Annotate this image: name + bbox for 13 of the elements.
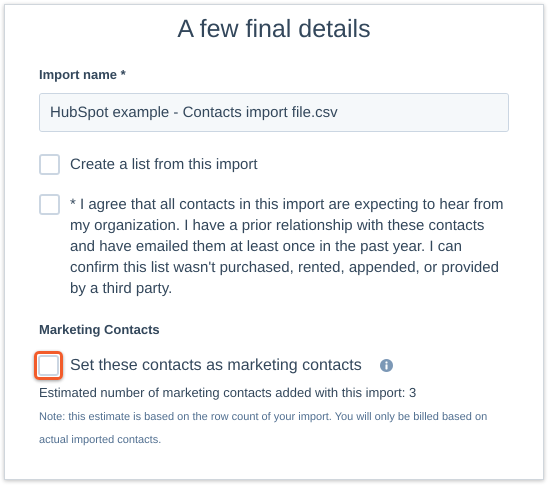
estimate-text: Estimated number of marketing contacts added with this import: 3: [39, 384, 418, 401]
field-label: Import name *: [39, 67, 127, 83]
info-icon[interactable]: [380, 359, 393, 372]
checkbox-label: Create a list from this import: [70, 155, 258, 175]
section-heading: Marketing Contacts: [39, 322, 161, 338]
checkbox[interactable]: [38, 355, 59, 376]
dialog-title: A few final details: [176, 14, 372, 44]
checkbox-label: * I agree that all contacts in this import are expecting to hear from my organization. I have a prior relationship with these contacts and have emailed them at least once in the past year. I can confirm this list wasn't purchased, rented, appended, or provided by a third party.: [70, 195, 505, 299]
import-name-field[interactable]: HubSpot example - Contacts import file.csv: [39, 93, 509, 132]
checkbox-label: Set these contacts as marketing contacts: [70, 356, 362, 376]
note-text: Note: this estimate is based on the row count of your import. You will only be billed based on actual imported contacts.: [39, 410, 488, 448]
checkbox[interactable]: [39, 154, 60, 175]
checkbox[interactable]: [39, 194, 60, 215]
